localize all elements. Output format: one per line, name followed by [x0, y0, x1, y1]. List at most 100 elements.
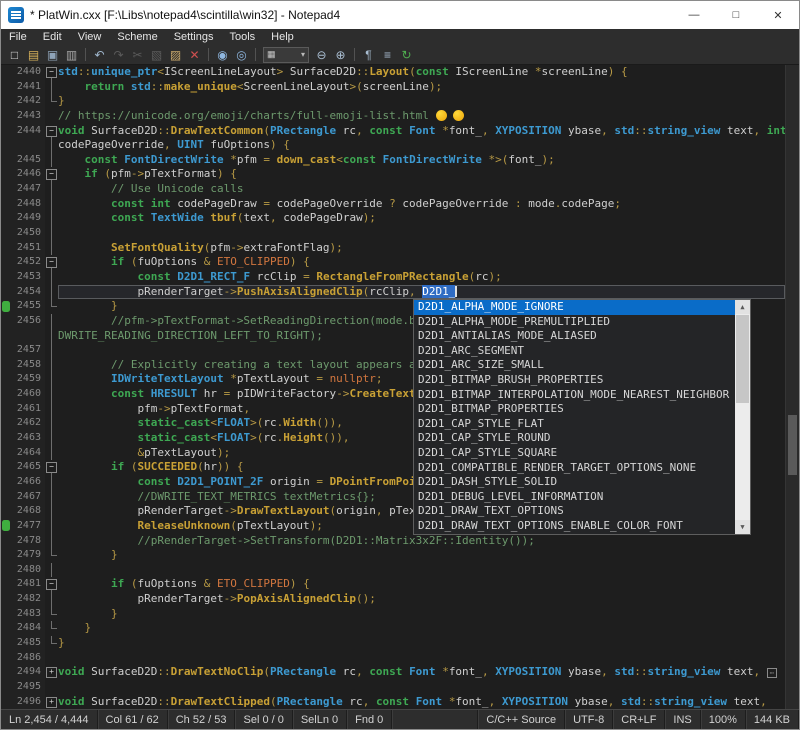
- code-row[interactable]: 2495: [1, 680, 785, 695]
- line-number[interactable]: 2479: [12, 548, 45, 563]
- code-line[interactable]: [58, 563, 785, 578]
- fold-minus-marker[interactable]: [45, 460, 58, 475]
- line-number[interactable]: 2459: [12, 372, 45, 387]
- code-line[interactable]: codePageOverride, UINT fuOptions) {: [58, 138, 785, 153]
- code-line[interactable]: SetFontQuality(pfm->extraFontFlag);: [58, 241, 785, 256]
- line-number[interactable]: 2456: [12, 314, 45, 329]
- bookmark-marker[interactable]: [1, 299, 12, 314]
- code-line[interactable]: void SurfaceD2D::DrawTextClipped(PRectan…: [58, 695, 785, 709]
- code-row[interactable]: 2478 //pRenderTarget->SetTransform(D2D1:…: [1, 534, 785, 549]
- code-line[interactable]: [58, 651, 785, 666]
- line-number[interactable]: 2448: [12, 197, 45, 212]
- editor-vertical-scrollbar[interactable]: [785, 65, 799, 709]
- code-row[interactable]: 2445 const FontDirectWrite *pfm = down_c…: [1, 153, 785, 168]
- code-row[interactable]: 2483 }: [1, 607, 785, 622]
- code-row[interactable]: 2442}: [1, 94, 785, 109]
- code-line[interactable]: const TextWide tbuf(text, codePageDraw);: [58, 211, 785, 226]
- close-button[interactable]: ✕: [757, 1, 799, 29]
- fold-plus-marker[interactable]: [45, 695, 58, 709]
- code-line[interactable]: }: [58, 636, 785, 651]
- code-line[interactable]: const D2D1_RECT_F rcClip = RectangleFrom…: [58, 270, 785, 285]
- code-line[interactable]: std::unique_ptr<IScreenLineLayout> Surfa…: [58, 65, 785, 80]
- line-number[interactable]: 2480: [12, 563, 45, 578]
- line-number[interactable]: 2454: [12, 285, 45, 300]
- line-number[interactable]: 2486: [12, 651, 45, 666]
- line-number[interactable]: 2478: [12, 534, 45, 549]
- reload-file-button[interactable]: ↻: [397, 46, 416, 64]
- code-line[interactable]: if (fuOptions & ETO_CLIPPED) {: [58, 255, 785, 270]
- autocomplete-item[interactable]: D2D1_DRAW_TEXT_OPTIONS: [414, 504, 735, 519]
- code-line[interactable]: }: [58, 607, 785, 622]
- word-wrap-toggle-button[interactable]: ¶: [359, 46, 378, 64]
- code-line[interactable]: if (pfm->pTextFormat) {: [58, 167, 785, 182]
- status-segment[interactable]: Col 61 / 62: [98, 710, 168, 729]
- bookmark-marker[interactable]: [1, 519, 12, 534]
- menu-file[interactable]: File: [1, 29, 35, 45]
- code-row[interactable]: 2485}: [1, 636, 785, 651]
- code-row[interactable]: 2453 const D2D1_RECT_F rcClip = Rectangl…: [1, 270, 785, 285]
- code-line[interactable]: // Use Unicode calls: [58, 182, 785, 197]
- line-number[interactable]: 2468: [12, 504, 45, 519]
- code-line[interactable]: pRenderTarget->PushAxisAlignedClip(rcCli…: [58, 285, 785, 300]
- line-number[interactable]: 2460: [12, 387, 45, 402]
- line-number[interactable]: 2444: [12, 124, 45, 139]
- delete-button[interactable]: ✕: [185, 46, 204, 64]
- code-row[interactable]: 2444 void SurfaceD2D::DrawTextCommon(PRec…: [1, 124, 785, 139]
- code-line[interactable]: }: [58, 94, 785, 109]
- line-number[interactable]: 2452: [12, 255, 45, 270]
- line-number[interactable]: 2441: [12, 80, 45, 95]
- paste-button[interactable]: ▨: [166, 46, 185, 64]
- line-number[interactable]: 2477: [12, 519, 45, 534]
- code-line[interactable]: [58, 226, 785, 241]
- fold-minus-marker[interactable]: [45, 577, 58, 592]
- replace-button[interactable]: ◎: [232, 46, 251, 64]
- status-segment[interactable]: CR+LF: [613, 710, 665, 729]
- code-line[interactable]: void SurfaceD2D::DrawTextCommon(PRectang…: [58, 124, 785, 139]
- line-number[interactable]: 2485: [12, 636, 45, 651]
- line-number[interactable]: 2455: [12, 299, 45, 314]
- fold-plus-marker[interactable]: [45, 665, 58, 680]
- line-number[interactable]: 2495: [12, 680, 45, 695]
- line-number[interactable]: 2464: [12, 446, 45, 461]
- line-number[interactable]: [12, 329, 45, 344]
- code-row[interactable]: 2447 // Use Unicode calls: [1, 182, 785, 197]
- autocomplete-item[interactable]: D2D1_CAP_STYLE_SQUARE: [414, 446, 735, 461]
- line-number[interactable]: 2496: [12, 695, 45, 709]
- code-row[interactable]: codePageOverride, UINT fuOptions) {: [1, 138, 785, 153]
- menu-scheme[interactable]: Scheme: [109, 29, 165, 45]
- code-row[interactable]: 2482 pRenderTarget->PopAxisAlignedClip()…: [1, 592, 785, 607]
- line-number[interactable]: 2481: [12, 577, 45, 592]
- status-segment[interactable]: Ch 52 / 53: [168, 710, 236, 729]
- line-number[interactable]: 2466: [12, 475, 45, 490]
- code-row[interactable]: 2454 pRenderTarget->PushAxisAlignedClip(…: [1, 285, 785, 300]
- zoom-in-button[interactable]: ⊕: [331, 46, 350, 64]
- fold-minus-marker[interactable]: [45, 124, 58, 139]
- autocomplete-item[interactable]: D2D1_DRAW_TEXT_OPTIONS_ENABLE_COLOR_FONT: [414, 519, 735, 534]
- line-number[interactable]: 2446: [12, 167, 45, 182]
- autocomplete-item[interactable]: D2D1_ARC_SEGMENT: [414, 344, 735, 359]
- code-line[interactable]: }: [58, 548, 785, 563]
- line-number[interactable]: 2482: [12, 592, 45, 607]
- code-line[interactable]: if (fuOptions & ETO_CLIPPED) {: [58, 577, 785, 592]
- autocomplete-item[interactable]: D2D1_DEBUG_LEVEL_INFORMATION: [414, 490, 735, 505]
- line-number[interactable]: 2445: [12, 153, 45, 168]
- status-segment[interactable]: 100%: [701, 710, 746, 729]
- fold-minus-marker[interactable]: [45, 65, 58, 80]
- code-line[interactable]: // https://unicode.org/emoji/charts/full…: [58, 109, 785, 124]
- code-line[interactable]: pRenderTarget->PopAxisAlignedClip();: [58, 592, 785, 607]
- code-line[interactable]: //pRenderTarget->SetTransform(D2D1::Matr…: [58, 534, 785, 549]
- status-segment[interactable]: INS: [665, 710, 700, 729]
- line-number[interactable]: 2484: [12, 621, 45, 636]
- line-number[interactable]: 2467: [12, 490, 45, 505]
- menu-view[interactable]: View: [70, 29, 110, 45]
- autocomplete-item[interactable]: D2D1_BITMAP_INTERPOLATION_MODE_NEAREST_N…: [414, 388, 735, 403]
- scroll-down-arrow-icon[interactable]: ▼: [735, 520, 750, 534]
- status-segment[interactable]: Ln 2,454 / 4,444: [1, 710, 98, 729]
- fold-minus-marker[interactable]: [45, 167, 58, 182]
- code-row[interactable]: 2481 if (fuOptions & ETO_CLIPPED) {: [1, 577, 785, 592]
- code-row[interactable]: 2443// https://unicode.org/emoji/charts/…: [1, 109, 785, 124]
- code-row[interactable]: 2496 void SurfaceD2D::DrawTextClipped(PRe…: [1, 695, 785, 709]
- encoding-dropdown[interactable]: ▦▾: [263, 47, 309, 63]
- line-number[interactable]: 2453: [12, 270, 45, 285]
- line-number[interactable]: 2463: [12, 431, 45, 446]
